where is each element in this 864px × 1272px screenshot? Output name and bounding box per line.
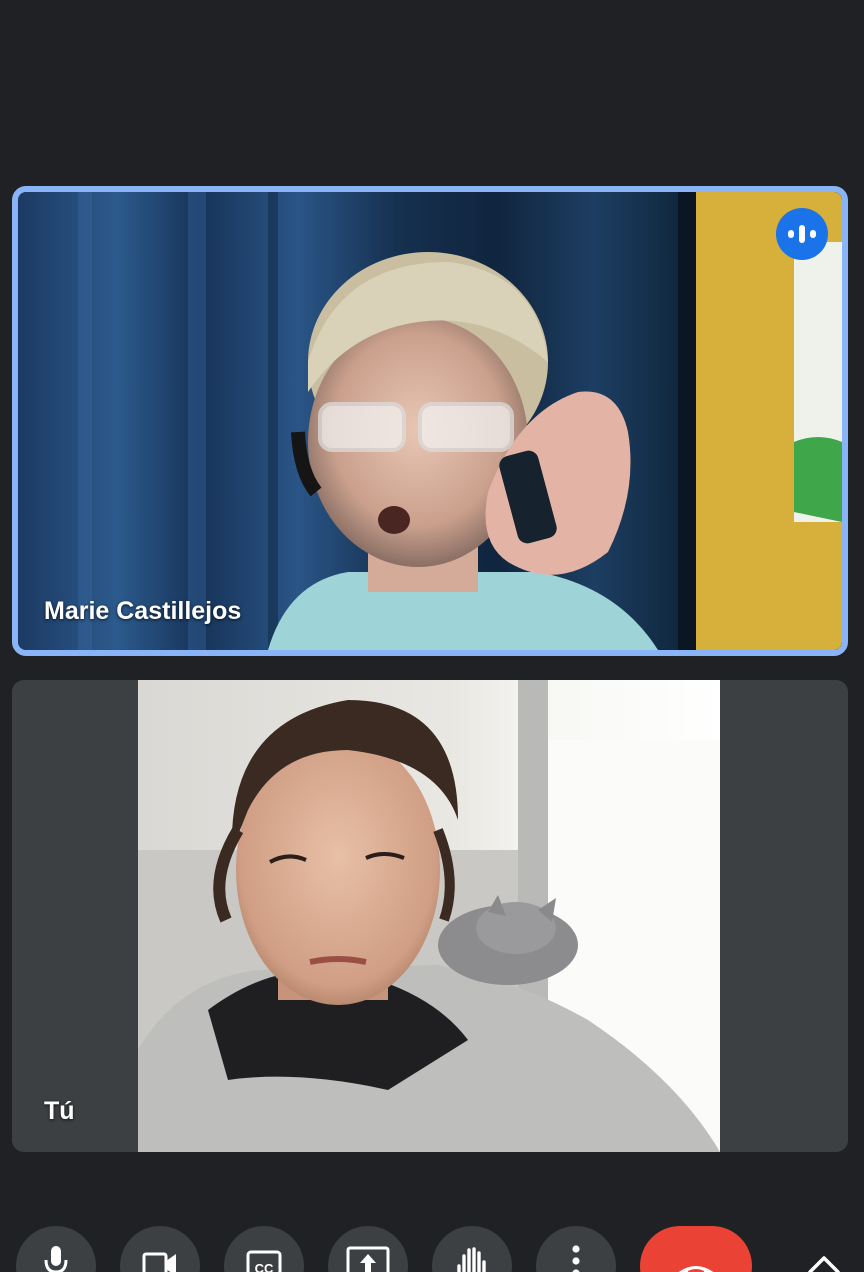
captions-button[interactable]: CC: [224, 1226, 304, 1272]
self-video: [138, 680, 720, 1152]
microphone-icon: [44, 1246, 68, 1272]
participant-tile-self[interactable]: Tú: [12, 680, 848, 1152]
end-call-icon: [678, 1266, 714, 1272]
participant-video: [18, 192, 842, 650]
raise-hand-button[interactable]: [432, 1226, 512, 1272]
more-options-button[interactable]: [536, 1226, 616, 1272]
closed-captions-icon: CC: [246, 1250, 282, 1272]
call-controls: CC: [0, 1200, 864, 1272]
participant-name: Tú: [44, 1097, 75, 1125]
video-camera-icon: [142, 1252, 176, 1272]
more-vert-icon: [572, 1245, 580, 1272]
svg-text:CC: CC: [255, 1261, 274, 1272]
present-screen-icon: [346, 1246, 390, 1272]
participant-tile-active[interactable]: Marie Castillejos: [12, 186, 848, 656]
meeting-stage: Marie Castillejos Tú CC: [0, 0, 864, 1272]
expand-controls-button[interactable]: [804, 1248, 844, 1272]
end-call-button[interactable]: [640, 1226, 752, 1272]
participant-name: Marie Castillejos: [44, 597, 242, 625]
camera-button[interactable]: [120, 1226, 200, 1272]
present-screen-button[interactable]: [328, 1226, 408, 1272]
speaking-indicator-icon: [776, 208, 828, 260]
microphone-button[interactable]: [16, 1226, 96, 1272]
chevron-up-icon: [808, 1256, 840, 1272]
raise-hand-icon: [457, 1247, 486, 1272]
